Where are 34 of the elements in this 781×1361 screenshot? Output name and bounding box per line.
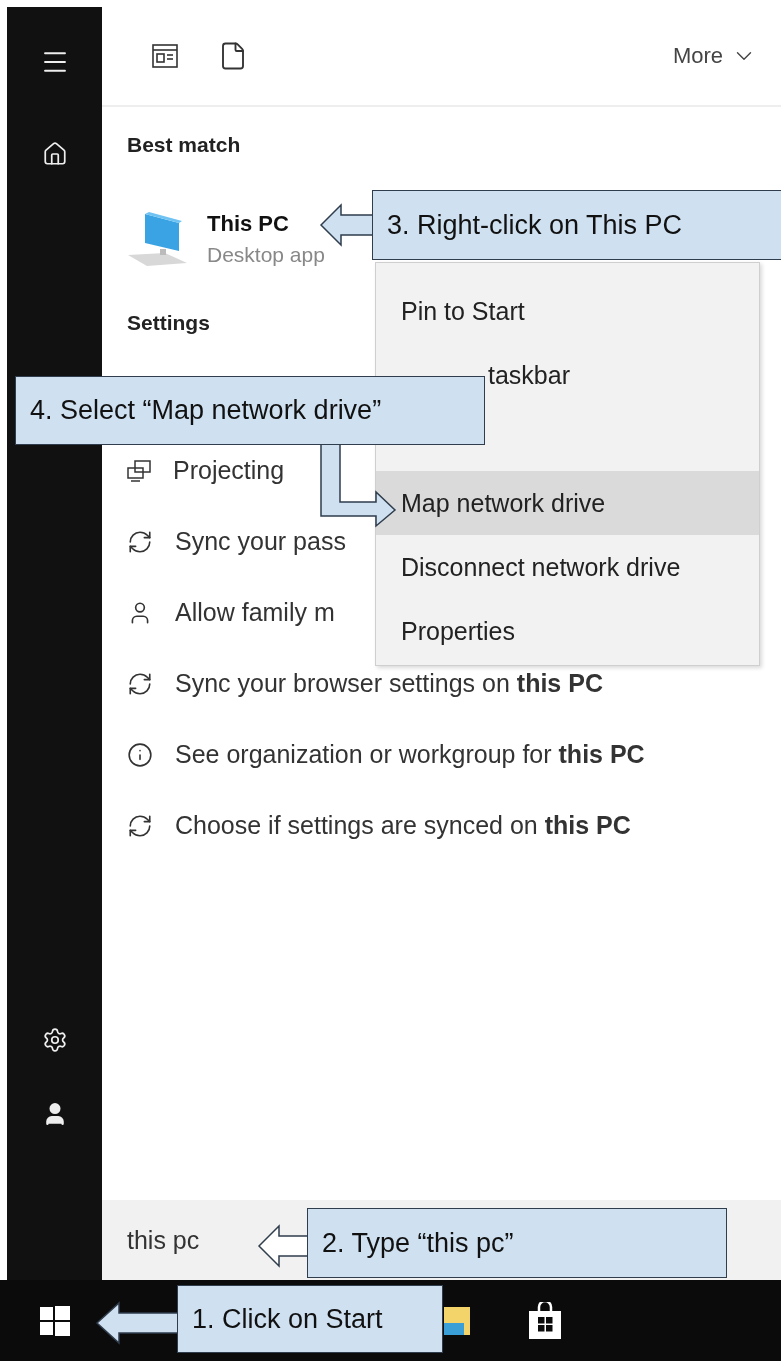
settings-icon[interactable] (41, 1027, 68, 1053)
menu-item[interactable]: Disconnect network drive (376, 535, 759, 599)
setting-result[interactable]: Sync your pass (175, 527, 346, 556)
result-title[interactable]: This PC (207, 211, 289, 237)
sync-icon (127, 670, 153, 697)
section-heading: Best match (127, 132, 241, 158)
computer-icon (127, 211, 189, 267)
setting-result[interactable]: Choose if settings are synced on this PC (175, 811, 631, 840)
callout-tooltip: 2. Type “this pc” (307, 1208, 727, 1278)
menu-item[interactable]: Map network drive (376, 471, 759, 535)
setting-result[interactable]: See organization or workgroup for this PC (175, 740, 645, 769)
store-icon[interactable] (528, 1301, 562, 1340)
more-button[interactable]: More (666, 37, 763, 75)
info-icon (127, 741, 153, 768)
callout-tooltip: 3. Right-click on This PC (372, 190, 781, 260)
setting-result[interactable]: Sync your browser settings on this PC (175, 669, 603, 698)
menu-item[interactable]: Pin to Start (376, 279, 759, 343)
home-icon[interactable] (41, 141, 68, 167)
search-field[interactable]: this pc (127, 1225, 237, 1255)
callout-arrow (258, 1225, 310, 1267)
news-icon[interactable] (152, 44, 178, 68)
setting-result[interactable]: Allow family m (175, 598, 335, 627)
projector-icon (127, 459, 151, 482)
folder-icon[interactable] (444, 1304, 470, 1337)
sync-icon (127, 528, 153, 555)
callout-tooltip: 1. Click on Start (177, 1285, 443, 1353)
section-heading: Settings (127, 310, 210, 336)
sync-icon (127, 812, 153, 839)
callout-arrow (320, 204, 374, 246)
result-subtitle: Desktop app (207, 243, 325, 267)
callout-tooltip: 4. Select “Map network drive” (15, 376, 485, 445)
windows-logo-icon[interactable] (40, 1305, 70, 1336)
setting-result[interactable]: Projecting (173, 456, 285, 485)
menu-item[interactable]: Properties (376, 599, 759, 663)
